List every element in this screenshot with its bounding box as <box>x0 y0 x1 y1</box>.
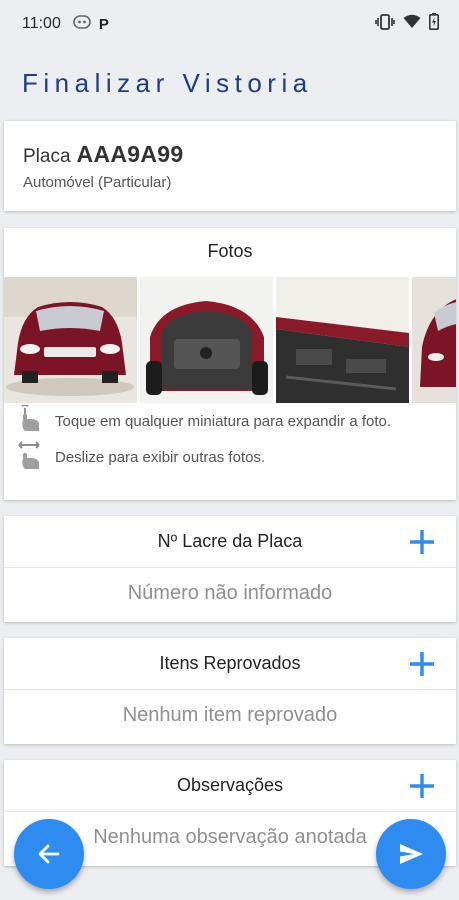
hint-tap: Toque em qualquer miniatura para expandi… <box>4 403 456 439</box>
plus-icon <box>410 530 434 554</box>
plus-icon <box>410 774 434 798</box>
photos-title: Fotos <box>207 241 253 261</box>
plate-number: AAA9A99 <box>76 141 184 167</box>
photos-card: Fotos Toque em qualquer miniatura para e… <box>4 228 456 500</box>
car-side-underbody-photo[interactable] <box>276 277 409 403</box>
vibrate-icon <box>375 13 395 35</box>
arrow-back-icon <box>38 844 60 864</box>
parking-p-icon: P <box>98 15 109 33</box>
car-underside-photo[interactable] <box>140 277 273 403</box>
photo-strip[interactable] <box>4 277 456 403</box>
hint-swipe-text: Deslize para exibir outras fotos. <box>55 448 266 466</box>
send-button[interactable] <box>376 819 446 889</box>
add-note-button[interactable] <box>406 770 438 802</box>
battery-icon <box>429 13 439 35</box>
add-rejected-item-button[interactable] <box>406 648 438 680</box>
plus-icon <box>410 652 434 676</box>
status-bar: 11:00 P <box>0 0 459 48</box>
plate-card: Placa AAA9A99 Automóvel (Particular) <box>4 121 456 211</box>
send-icon <box>400 844 423 864</box>
notes-title: Observações <box>176 775 284 795</box>
hint-swipe: Deslize para exibir outras fotos. <box>4 439 456 475</box>
seal-empty-text: Número não informado <box>127 582 333 604</box>
vehicle-type: Automóvel (Particular) <box>23 174 172 191</box>
plate-prefix: Placa <box>23 146 71 167</box>
swipe-icon <box>17 441 43 473</box>
rejected-items-empty-text: Nenhum item reprovado <box>122 704 338 726</box>
seal-title: Nº Lacre da Placa <box>157 531 303 551</box>
car-front-partial-photo[interactable] <box>412 277 456 403</box>
back-button[interactable] <box>14 819 84 889</box>
notification-icon <box>73 14 91 34</box>
car-front-photo[interactable] <box>4 277 137 403</box>
rejected-items-section: Itens Reprovados Nenhum item reprovado <box>4 638 456 744</box>
page-title: Finalizar Vistoria <box>22 68 313 98</box>
hint-tap-text: Toque em qualquer miniatura para expandi… <box>55 412 392 430</box>
tap-icon <box>17 404 43 437</box>
add-seal-button[interactable] <box>406 526 438 558</box>
wifi-icon <box>403 14 421 34</box>
rejected-items-title: Itens Reprovados <box>159 653 301 673</box>
status-time: 11:00 <box>22 15 61 32</box>
seal-section: Nº Lacre da Placa Número não informado <box>4 516 456 622</box>
